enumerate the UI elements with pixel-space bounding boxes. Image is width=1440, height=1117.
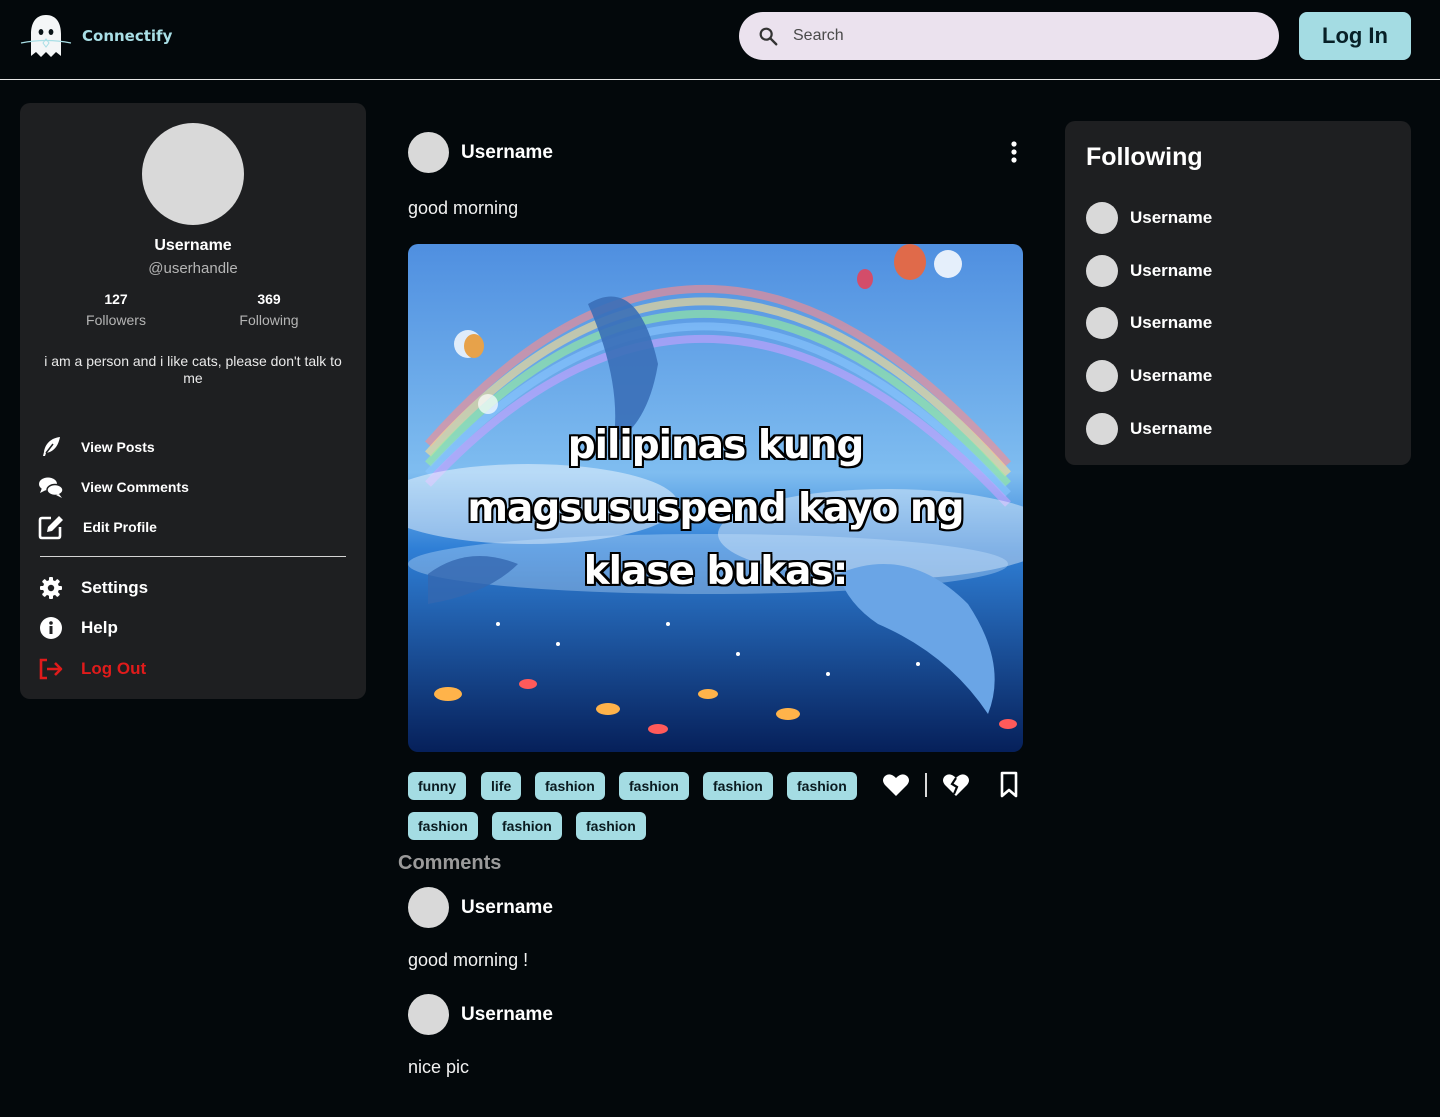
following-count: 369 [257,291,281,307]
profile-bio: i am a person and i like cats, please do… [44,353,342,386]
comment-item: Username nice pic [408,994,553,1078]
profile-username: Username [154,237,232,254]
tag-chip[interactable]: fashion [576,812,646,840]
post-image[interactable]: pilipinas kung magsususpend kayo ng klas… [408,244,1023,752]
comment-text: good morning ! [408,950,529,970]
tag-chip[interactable]: life [481,772,522,800]
following-user-name: Username [1130,313,1213,332]
followers-count: 127 [104,291,128,307]
image-caption-line: magsususpend kayo ng [467,486,964,531]
search-input[interactable] [793,27,1233,45]
kebab-menu-icon[interactable] [1004,140,1024,166]
view-comments-label: View Comments [81,479,189,495]
edit-profile-menu-item[interactable]: Edit Profile [38,514,157,540]
brand-name: Connectify [82,27,173,45]
comment-author-avatar[interactable] [408,887,449,928]
following-user-name: Username [1130,208,1213,227]
logout-icon [38,656,64,682]
edit-icon [38,514,64,540]
following-user-avatar [1086,413,1118,445]
settings-menu-item[interactable]: Settings [38,575,148,601]
tag-chip[interactable]: funny [408,772,467,800]
menu-divider [40,556,346,557]
following-user-avatar [1086,360,1118,392]
gear-icon [38,575,64,601]
comment-author-username[interactable]: Username [461,897,553,919]
comment-item: Username good morning ! [408,887,553,971]
login-button[interactable]: Log In [1299,12,1411,60]
view-comments-menu-item[interactable]: View Comments [38,474,189,500]
ghost-logo-icon [20,15,72,57]
following-user-name: Username [1130,366,1213,385]
logout-menu-item[interactable]: Log Out [38,656,146,682]
bookmark-icon[interactable] [999,771,1019,799]
comment-text: nice pic [408,1057,470,1077]
comments-icon [38,474,64,500]
image-caption-line: klase bukas: [583,549,849,594]
settings-label: Settings [81,578,149,597]
edit-profile-label: Edit Profile [83,519,157,535]
actions-divider [925,773,927,797]
feather-icon [38,434,64,460]
following-label: Following [239,312,299,328]
following-heading: Following [1086,143,1203,171]
following-user-name: Username [1130,419,1213,438]
post-author-username[interactable]: Username [461,142,553,164]
tag-chip[interactable]: fashion [492,812,562,840]
post-header: Username [408,132,553,173]
search-icon [759,27,778,46]
help-label: Help [81,618,118,637]
profile-handle: @userhandle [148,260,238,277]
tag-chip[interactable]: fashion [408,812,478,840]
comments-heading: Comments [398,852,502,874]
following-stat[interactable]: 369 Following [209,291,329,328]
following-user-item[interactable]: Username [1086,255,1212,287]
following-card: Following Username Username Username Use… [1065,121,1411,465]
view-posts-label: View Posts [81,439,155,455]
followers-stat[interactable]: 127 Followers [56,291,176,328]
following-user-avatar [1086,255,1118,287]
view-posts-menu-item[interactable]: View Posts [38,434,155,460]
top-navbar: Connectify Log In [0,0,1440,80]
profile-avatar[interactable] [142,123,244,225]
post-actions [880,770,1025,800]
following-user-item[interactable]: Username [1086,360,1212,392]
search-bar[interactable] [739,12,1279,60]
following-user-avatar [1086,307,1118,339]
info-icon [38,615,64,641]
following-user-name: Username [1130,261,1213,280]
logout-label: Log Out [81,659,147,678]
image-caption-line: pilipinas kung [567,423,865,468]
profile-card: Username @userhandle 127 Followers 369 F… [20,103,366,699]
followers-label: Followers [86,312,146,328]
following-user-item[interactable]: Username [1086,202,1212,234]
brand[interactable]: Connectify [20,12,172,60]
following-user-item[interactable]: Username [1086,413,1212,445]
tag-chip[interactable]: fashion [535,772,605,800]
comment-author-avatar[interactable] [408,994,449,1035]
comment-author-username[interactable]: Username [461,1004,553,1026]
tag-chip[interactable]: fashion [619,772,689,800]
post-text: good morning [408,198,519,218]
help-menu-item[interactable]: Help [38,615,118,641]
broken-heart-icon[interactable] [942,772,970,798]
post-author-avatar[interactable] [408,132,449,173]
following-user-avatar [1086,202,1118,234]
tag-chip[interactable]: fashion [703,772,773,800]
post-image-caption: pilipinas kung magsususpend kayo ng klas… [408,414,1023,603]
heart-icon[interactable] [882,772,910,798]
following-user-item[interactable]: Username [1086,307,1212,339]
tag-chip[interactable]: fashion [787,772,857,800]
